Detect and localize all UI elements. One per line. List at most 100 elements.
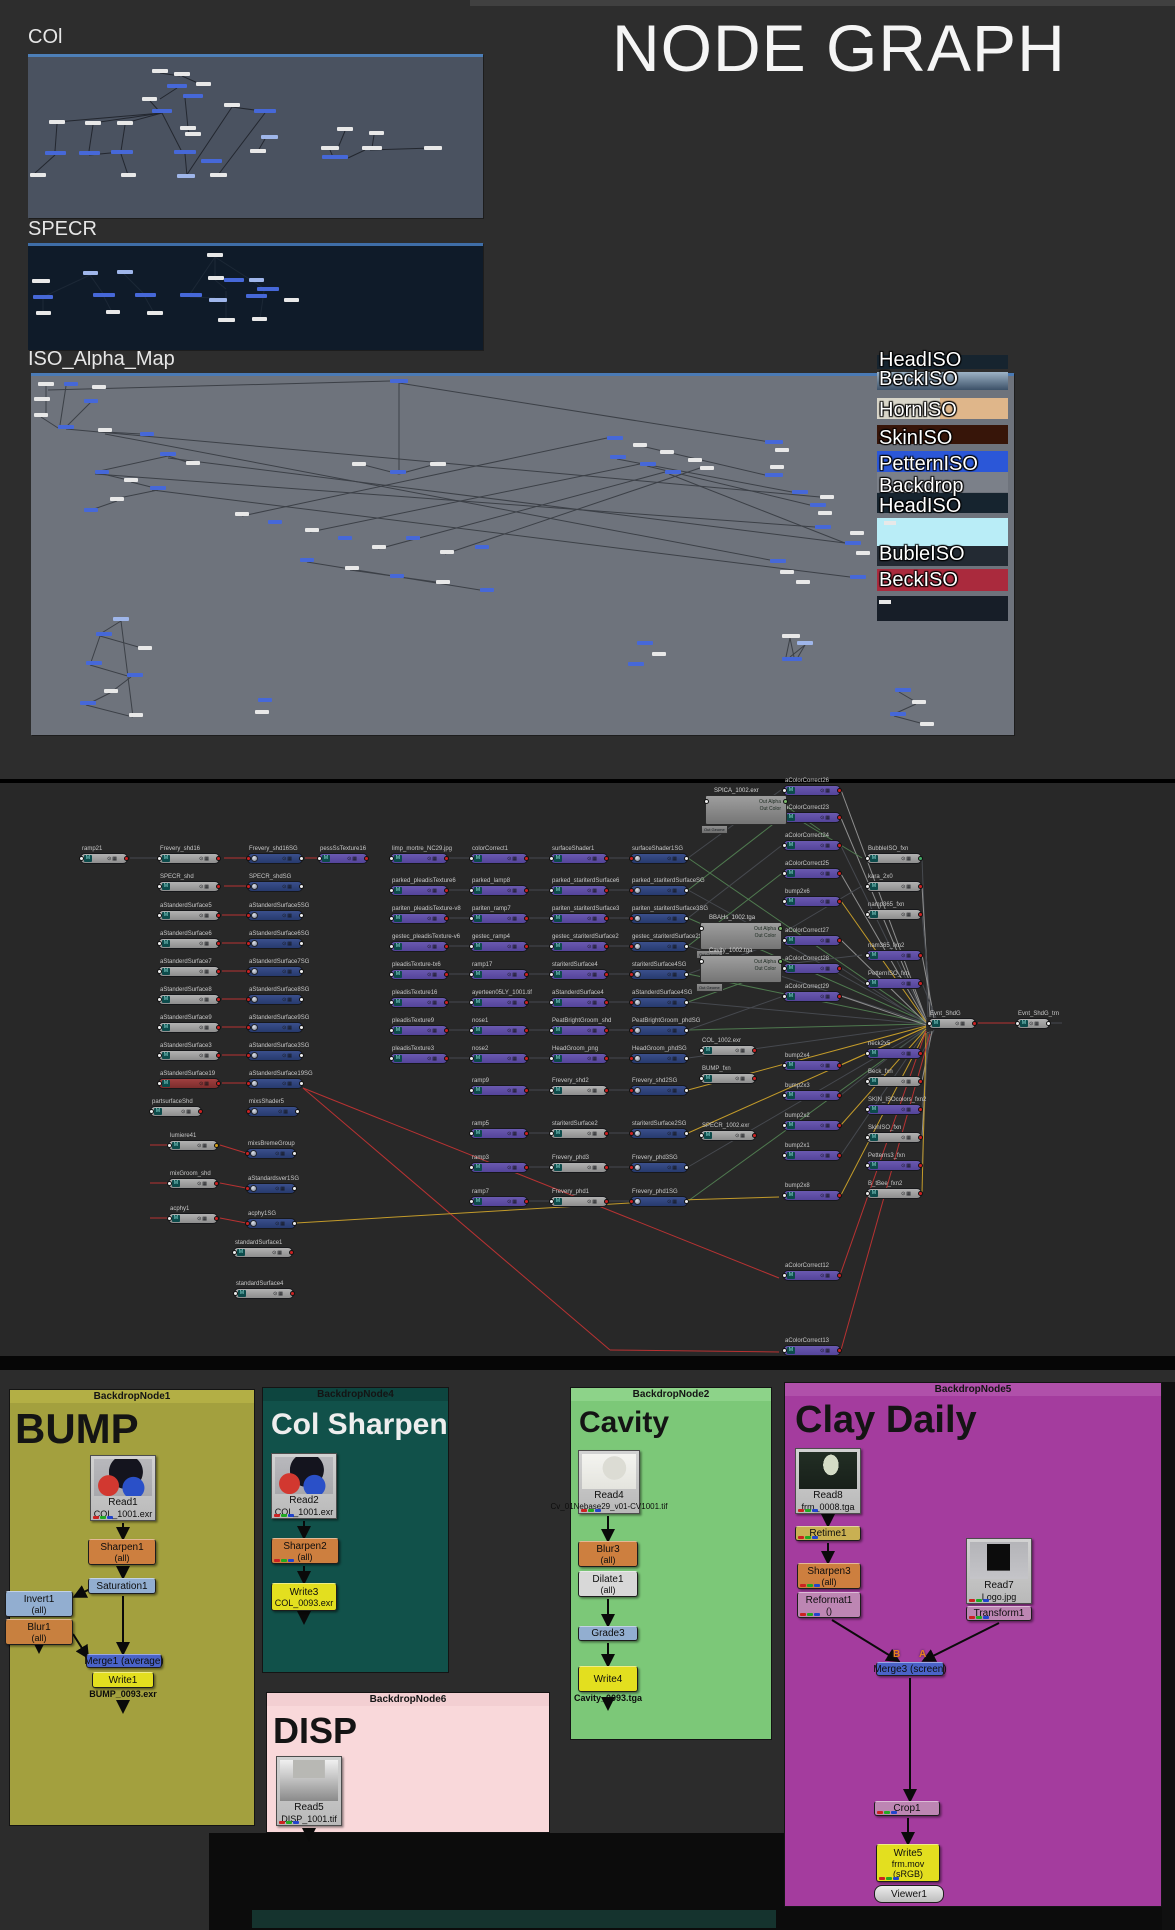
- input-port-dot[interactable]: [157, 941, 162, 946]
- output-port-dot[interactable]: [292, 1221, 297, 1226]
- graph-node-SPECR_1002.exr[interactable]: SPECR_1002.exr M ⊙▦: [699, 1123, 757, 1141]
- output-port-dot[interactable]: [684, 888, 689, 893]
- graph-node-ramp21[interactable]: ramp21 M ⊙▦: [79, 846, 129, 864]
- graph-node-aStanderdSurface5[interactable]: aStanderdSurface5 M ⊙▦: [157, 903, 221, 921]
- input-port-dot[interactable]: [629, 1131, 634, 1136]
- graph-node-namp365_fxn[interactable]: namp365_fxn M ⊙▦: [865, 902, 923, 920]
- node-read5[interactable]: Read5 DISP_1001.tif: [276, 1756, 342, 1826]
- input-port-dot[interactable]: [167, 1143, 172, 1148]
- graph-node-ramp7[interactable]: ramp7 M ⊙▦: [469, 1189, 529, 1207]
- input-port-dot[interactable]: [246, 1081, 251, 1086]
- output-port-dot[interactable]: [524, 1088, 529, 1093]
- graph-node-stariterdSurface2SG[interactable]: stariterdSurface2SG ⊙▦: [629, 1121, 689, 1139]
- input-port-dot[interactable]: [246, 884, 251, 889]
- mini-node-graph-panel-col[interactable]: [28, 54, 483, 218]
- graph-node-aStanderdSurface6SG[interactable]: aStanderdSurface6SG ⊙▦: [246, 931, 309, 949]
- node-read2[interactable]: Read2 COL_1001.exr: [271, 1453, 337, 1519]
- graph-node-colorCorrect1[interactable]: colorCorrect1 M ⊙▦: [469, 846, 529, 864]
- output-port-dot[interactable]: [444, 944, 449, 949]
- input-port-dot[interactable]: [699, 959, 704, 964]
- node-sharpen1[interactable]: Sharpen1 (all): [88, 1539, 156, 1565]
- graph-node-BUMP_fxn[interactable]: BUMP_fxn M ⊙▦: [699, 1066, 757, 1084]
- output-port-dot[interactable]: [524, 916, 529, 921]
- input-port-dot[interactable]: [782, 994, 787, 999]
- output-port-dot[interactable]: [837, 899, 842, 904]
- output-port-dot[interactable]: [299, 1053, 304, 1058]
- output-port-dot[interactable]: [684, 916, 689, 921]
- output-port-dot[interactable]: [216, 997, 221, 1002]
- backdrop-name-bar[interactable]: BackdropNode1: [10, 1390, 254, 1403]
- node-write4[interactable]: Write4: [578, 1666, 638, 1692]
- graph-node-bump2x2[interactable]: bump2x2 M ⊙▦: [782, 1113, 842, 1131]
- graph-node-bump2x1[interactable]: bump2x1 M ⊙▦: [782, 1143, 842, 1161]
- graph-node-Evnt_ShdG_trn[interactable]: Evnt_ShdG_trn M ⊙▦: [1015, 1011, 1059, 1029]
- output-port-dot[interactable]: [604, 856, 609, 861]
- input-port-dot[interactable]: [389, 944, 394, 949]
- input-port-dot[interactable]: [157, 1053, 162, 1058]
- input-port-dot[interactable]: [167, 1181, 172, 1186]
- input-port-dot[interactable]: [469, 1000, 474, 1005]
- output-port-dot[interactable]: [972, 1021, 977, 1026]
- graph-node-Frevery_shd2[interactable]: Frevery_shd2 M ⊙▦: [549, 1078, 609, 1096]
- output-port-dot[interactable]: [604, 1088, 609, 1093]
- input-port-dot[interactable]: [157, 1081, 162, 1086]
- graph-node-nose2[interactable]: nose2 M ⊙▦: [469, 1046, 529, 1064]
- graph-node-SKIN_ISOcolors_fxn2[interactable]: SKIN_ISOcolors_fxn2 M ⊙▦: [865, 1097, 926, 1115]
- node-crop1[interactable]: Crop1: [874, 1801, 940, 1816]
- input-port-dot[interactable]: [246, 1053, 251, 1058]
- output-port-dot[interactable]: [837, 994, 842, 999]
- output-port-dot[interactable]: [752, 1048, 757, 1053]
- graph-node-bump2x4[interactable]: bump2x4 M ⊙▦: [782, 1053, 842, 1071]
- graph-node-gestec_stariterdSurface2[interactable]: gestec_stariterdSurface2 M ⊙▦: [549, 934, 619, 952]
- backdrop-name-bar[interactable]: BackdropNode2: [571, 1388, 771, 1401]
- input-port-dot[interactable]: [245, 1186, 250, 1191]
- graph-node-bump2x3[interactable]: bump2x3 M ⊙▦: [782, 1083, 842, 1101]
- output-port-dot[interactable]: [216, 884, 221, 889]
- output-port-dot[interactable]: [837, 1348, 842, 1353]
- graph-node-aStanderdSurface6[interactable]: aStanderdSurface6 M ⊙▦: [157, 931, 221, 949]
- graph-node-aStanderdSurface9[interactable]: aStanderdSurface9 M ⊙▦: [157, 1015, 221, 1033]
- node-retime1[interactable]: Retime1: [795, 1526, 861, 1541]
- node-read8[interactable]: Read8 frm_0008.tga: [795, 1448, 861, 1514]
- graph-node-aStanderdSurface9SG[interactable]: aStanderdSurface9SG ⊙▦: [246, 1015, 309, 1033]
- output-port-dot[interactable]: [684, 1131, 689, 1136]
- backdrop-name-bar[interactable]: BackdropNode4: [263, 1388, 448, 1401]
- input-port-dot[interactable]: [704, 799, 709, 804]
- node-merge1-average-[interactable]: Merge1 (average): [84, 1654, 164, 1668]
- output-port-dot[interactable]: [364, 856, 369, 861]
- graph-node-aColorCorrect13[interactable]: aColorCorrect13 M ⊙▦: [782, 1338, 842, 1356]
- output-port-dot[interactable]: [524, 1131, 529, 1136]
- output-port-dot[interactable]: [216, 1053, 221, 1058]
- output-port-dot[interactable]: [837, 871, 842, 876]
- output-port-dot[interactable]: [444, 888, 449, 893]
- node-read1[interactable]: Read1 COL_1001.exr: [90, 1455, 156, 1521]
- graph-node-limp_mortre_NC29.jpg[interactable]: limp_mortre_NC29.jpg M ⊙▦: [389, 846, 452, 864]
- graph-node-Frevery_phd1SG[interactable]: Frevery_phd1SG ⊙▦: [629, 1189, 689, 1207]
- output-port-dot[interactable]: [837, 966, 842, 971]
- output-port-dot[interactable]: [290, 1291, 295, 1296]
- output-port-dot[interactable]: [918, 953, 923, 958]
- graph-node-ramp3[interactable]: ramp3 M ⊙▦: [469, 1155, 529, 1173]
- graph-node-aStanderdSurface3SG[interactable]: aStanderdSurface3SG ⊙▦: [246, 1043, 309, 1061]
- node-viewer1[interactable]: Viewer1: [874, 1885, 944, 1903]
- input-port-dot[interactable]: [245, 1151, 250, 1156]
- output-port-dot[interactable]: [918, 1163, 923, 1168]
- output-port-dot[interactable]: [444, 1056, 449, 1061]
- node-sharpen3[interactable]: Sharpen3 (all): [797, 1563, 861, 1589]
- input-port-dot[interactable]: [469, 1165, 474, 1170]
- input-port-dot[interactable]: [629, 916, 634, 921]
- input-port-dot[interactable]: [782, 1153, 787, 1158]
- input-port-dot[interactable]: [246, 997, 251, 1002]
- graph-node-aColorCorrect26[interactable]: aColorCorrect26 M ⊙▦: [782, 778, 842, 796]
- output-port-dot[interactable]: [444, 1000, 449, 1005]
- graph-node-surfaceShader1SG[interactable]: surfaceShader1SG ⊙▦: [629, 846, 689, 864]
- input-port-dot[interactable]: [549, 972, 554, 977]
- graph-node-acphy1[interactable]: acphy1 M ⊙▦: [167, 1206, 219, 1224]
- input-port-dot[interactable]: [629, 1088, 634, 1093]
- graph-node-aStandardsver1SG[interactable]: aStandardsver1SG ⊙▦: [245, 1176, 299, 1194]
- iso-node-bar[interactable]: [884, 521, 896, 525]
- output-port-dot[interactable]: [684, 944, 689, 949]
- input-port-dot[interactable]: [865, 912, 870, 917]
- output-port-dot[interactable]: [918, 856, 923, 861]
- input-port-dot[interactable]: [469, 888, 474, 893]
